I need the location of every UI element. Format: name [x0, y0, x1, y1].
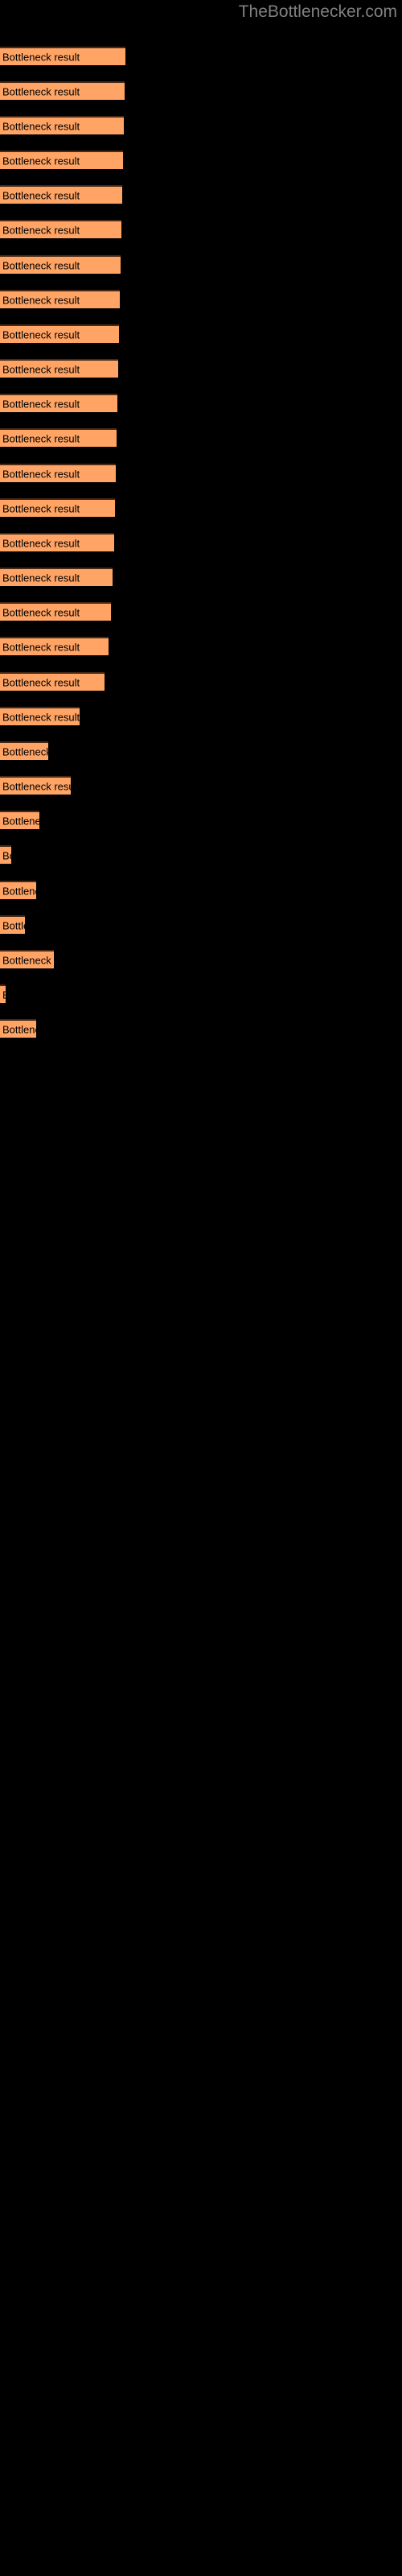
bar-segment[interactable]: Bottleneck result — [0, 776, 71, 795]
bar-segment[interactable]: Bottleneck result — [0, 741, 48, 760]
bar-segment[interactable]: Bottleneck result — [0, 881, 36, 899]
bar-label: Bottleneck result — [2, 919, 25, 931]
bar-segment[interactable]: Bottleneck result — [0, 116, 124, 134]
bar-segment[interactable]: Bottleneck result — [0, 290, 120, 308]
bar-segment[interactable]: Bottleneck result — [0, 428, 117, 447]
bar-label: Bottleneck result — [2, 885, 36, 897]
bar-segment[interactable]: Bottleneck result — [0, 533, 114, 551]
bar-label: Bottleneck result — [2, 432, 80, 444]
bar-label: Bottleneck result — [2, 85, 80, 97]
bar-label: Bottleneck result — [2, 155, 80, 167]
bar-label: Bottleneck result — [2, 120, 80, 132]
bar-label: Bottleneck result — [2, 572, 80, 584]
bar-segment[interactable]: Bottleneck result — [0, 81, 125, 100]
bar-segment[interactable]: Bottleneck result — [0, 151, 123, 169]
bar-segment[interactable]: Bottleneck result — [0, 255, 121, 274]
bar-label: Bottleneck result — [2, 328, 80, 341]
bottleneck-bar-chart: Bottleneck result Bottleneck result Bottle… — [0, 0, 402, 2576]
bar-segment[interactable]: Bottleneck result — [0, 637, 109, 655]
bar-label: Bottleneck result — [2, 468, 80, 480]
bar-label: Bottleneck result — [2, 849, 11, 861]
bar-label: Bottleneck result — [2, 954, 54, 966]
bar-label: Bottleneck result — [2, 294, 80, 306]
bar-label: Bottleneck result — [2, 745, 48, 758]
bar-label: Bottleneck result — [2, 224, 80, 236]
bar-segment[interactable]: Bottleneck result — [0, 359, 118, 378]
bar-segment[interactable]: Bottleneck result — [0, 915, 25, 934]
bar-segment[interactable]: Bottleneck result — [0, 950, 54, 968]
bar-segment[interactable]: Bottleneck result — [0, 464, 116, 482]
bar-label: Bottleneck result — [2, 502, 80, 514]
bar-label: Bottleneck result — [2, 641, 80, 653]
bar-label: Bottleneck result — [2, 189, 80, 201]
bar-label: Bottleneck result — [2, 259, 80, 271]
bar-label: Bottleneck result — [2, 398, 80, 410]
bar-segment[interactable]: Bottleneck result — [0, 985, 6, 1003]
bar-segment[interactable]: Bottleneck result — [0, 498, 115, 517]
bar-segment[interactable]: Bottleneck result — [0, 1019, 36, 1038]
bar-label: Bottleneck result — [2, 989, 6, 1001]
bar-label: Bottleneck result — [2, 51, 80, 63]
bar-segment[interactable]: Bottleneck result — [0, 845, 11, 864]
bar-label: Bottleneck result — [2, 1023, 36, 1035]
bar-label: Bottleneck result — [2, 815, 39, 827]
bar-segment[interactable]: Bottleneck result — [0, 220, 121, 238]
bar-segment[interactable]: Bottleneck result — [0, 47, 125, 65]
bar-label: Bottleneck result — [2, 711, 80, 723]
bar-label: Bottleneck result — [2, 676, 80, 688]
bar-segment[interactable]: Bottleneck result — [0, 185, 122, 204]
bar-label: Bottleneck result — [2, 537, 80, 549]
bar-label: Bottleneck result — [2, 363, 80, 375]
bar-segment[interactable]: Bottleneck result — [0, 707, 80, 725]
bar-segment[interactable]: Bottleneck result — [0, 602, 111, 621]
bar-label: Bottleneck result — [2, 780, 71, 792]
bar-segment[interactable]: Bottleneck result — [0, 394, 117, 412]
bar-segment[interactable]: Bottleneck result — [0, 568, 113, 586]
bar-segment[interactable]: Bottleneck result — [0, 811, 39, 829]
bar-label: Bottleneck result — [2, 606, 80, 618]
bar-segment[interactable]: Bottleneck result — [0, 324, 119, 343]
bar-segment[interactable]: Bottleneck result — [0, 672, 105, 691]
